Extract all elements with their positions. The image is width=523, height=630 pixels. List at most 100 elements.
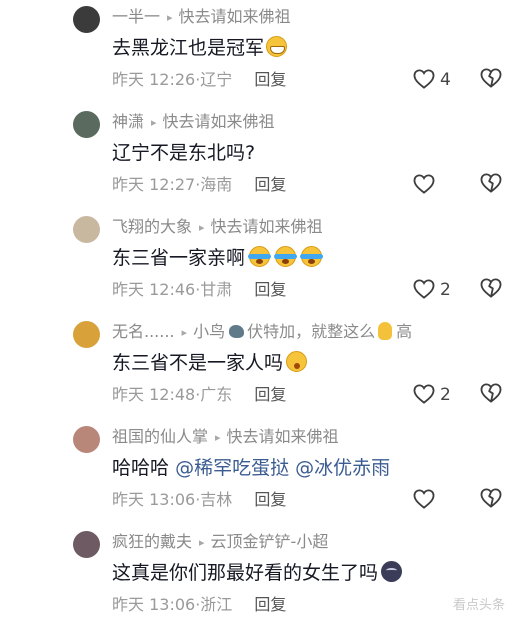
username[interactable]: 一半一: [112, 7, 160, 26]
comment-meta: 昨天 12:46·甘肃 回复: [112, 280, 287, 299]
ok-hand-icon: [378, 322, 393, 340]
comment-header: 祖国的仙人掌 ▸ 快去请如来佛祖: [112, 426, 339, 448]
like-button[interactable]: [413, 488, 461, 514]
reply-arrow-icon: ▸: [167, 11, 173, 24]
watermark: 看点头条: [453, 598, 506, 613]
reply-button[interactable]: 回复: [254, 175, 286, 194]
reply-button[interactable]: 回复: [254, 385, 286, 404]
reply-button[interactable]: 回复: [254, 70, 286, 89]
reply-to-username[interactable]: 快去请如来佛祖: [179, 7, 291, 26]
broken-heart-icon: [480, 383, 502, 403]
comment-time: 昨天 13:06: [112, 490, 196, 509]
reply-arrow-icon: ▸: [199, 221, 205, 234]
reply-to-username[interactable]: 小鸟: [193, 322, 225, 341]
like-button[interactable]: 2: [413, 383, 461, 409]
grinning-face-icon: [266, 36, 288, 57]
astonished-face-icon: [286, 351, 308, 372]
username[interactable]: 无名......: [112, 322, 175, 341]
comment-time: 昨天 12:48: [112, 385, 196, 404]
heart-icon: [413, 69, 435, 89]
comment-header: 无名...... ▸ 小鸟 伏特加，就整这么高: [112, 322, 413, 341]
comment-text: 辽宁不是东北吗?: [112, 142, 256, 164]
like-count: 4: [440, 70, 451, 90]
like-button[interactable]: 2: [413, 278, 461, 304]
bird-icon: [229, 325, 245, 338]
broken-heart-icon: [480, 278, 502, 298]
comment-time: 昨天 12:27: [112, 175, 196, 194]
reply-button[interactable]: 回复: [254, 280, 286, 299]
heart-icon: [413, 384, 435, 404]
dislike-button[interactable]: [480, 488, 502, 512]
reply-arrow-icon: ▸: [151, 116, 157, 129]
username[interactable]: 祖国的仙人掌: [112, 427, 208, 446]
heart-icon: [413, 174, 435, 194]
comment-location: 甘肃: [200, 280, 233, 299]
avatar[interactable]: [73, 531, 100, 558]
comment-time: 昨天 12:26: [112, 70, 196, 89]
mention-link[interactable]: @稀罕吃蛋挞: [175, 457, 289, 479]
heart-icon: [413, 489, 435, 509]
username[interactable]: 飞翔的大象: [112, 217, 192, 236]
comment-meta: 昨天 12:27·海南 回复: [112, 175, 287, 194]
avatar[interactable]: [73, 321, 100, 348]
reply-to-username-cont: 伏特加，就整这么: [247, 322, 376, 341]
reply-to-username[interactable]: 云顶金铲铲-小超: [211, 532, 329, 551]
broken-heart-icon: [480, 488, 502, 508]
avatar[interactable]: [73, 426, 100, 453]
comment-time: 昨天 12:46: [112, 280, 196, 299]
comment-header: 神潇 ▸ 快去请如来佛祖: [112, 111, 275, 133]
broken-heart-icon: [480, 173, 502, 193]
comment-location: 吉林: [200, 490, 233, 509]
broken-heart-icon: [480, 68, 502, 88]
username[interactable]: 神潇: [112, 112, 144, 131]
crying-laughing-icon: [274, 246, 298, 267]
crying-laughing-icon: [300, 246, 324, 267]
comment-item: 一半一 ▸ 快去请如来佛祖 去黑龙江也是冠军 昨天 12:26·辽宁 回复 4: [0, 0, 523, 105]
new-moon-face-icon: [381, 561, 403, 582]
comment-text: 哈哈哈 @稀罕吃蛋挞 @冰优赤雨: [112, 457, 391, 479]
comment-time: 昨天 13:06: [112, 595, 196, 614]
comment-header: 一半一 ▸ 快去请如来佛祖: [112, 6, 291, 28]
avatar[interactable]: [73, 111, 100, 138]
reply-arrow-icon: ▸: [199, 536, 205, 549]
heart-icon: [413, 279, 435, 299]
comment-location: 海南: [200, 175, 233, 194]
comment-item: 疯狂的戴夫 ▸ 云顶金铲铲-小超 这真是你们那最好看的女生了吗 昨天 13:06·浙…: [0, 525, 523, 630]
dislike-button[interactable]: [480, 68, 502, 92]
reply-to-username[interactable]: 快去请如来佛祖: [163, 112, 275, 131]
reply-arrow-icon: ▸: [215, 431, 221, 444]
comment-text: 这真是你们那最好看的女生了吗: [112, 559, 403, 587]
dislike-button[interactable]: [480, 383, 502, 407]
comment-meta: 昨天 12:48·广东 回复: [112, 385, 287, 404]
comment-location: 辽宁: [200, 70, 233, 89]
comment-header: 飞翔的大象 ▸ 快去请如来佛祖: [112, 216, 323, 238]
avatar[interactable]: [73, 6, 100, 33]
like-button[interactable]: 4: [413, 68, 461, 94]
comment-meta: 昨天 12:26·辽宁 回复: [112, 70, 287, 89]
dislike-button[interactable]: [480, 173, 502, 197]
username[interactable]: 疯狂的戴夫: [112, 532, 192, 551]
reply-button[interactable]: 回复: [254, 490, 286, 509]
avatar[interactable]: [73, 216, 100, 243]
crying-laughing-icon: [248, 246, 272, 267]
reply-to-username[interactable]: 快去请如来佛祖: [211, 217, 323, 236]
comment-item: 飞翔的大象 ▸ 快去请如来佛祖 东三省一家亲啊 昨天 12:46·甘肃 回复 2: [0, 210, 523, 315]
comment-header: 疯狂的戴夫 ▸ 云顶金铲铲-小超: [112, 531, 328, 553]
like-count: 2: [440, 280, 451, 300]
comment-item: 无名...... ▸ 小鸟 伏特加，就整这么高 东三省不是一家人吗 昨天 12:48·…: [0, 315, 523, 420]
reply-arrow-icon: ▸: [181, 326, 188, 339]
like-count: 2: [440, 385, 451, 405]
reply-button[interactable]: 回复: [254, 595, 286, 614]
comment-location: 浙江: [200, 595, 233, 614]
comment-text: 东三省不是一家人吗: [112, 349, 308, 377]
mention-link[interactable]: @冰优赤雨: [295, 457, 390, 479]
reply-to-username[interactable]: 快去请如来佛祖: [227, 427, 339, 446]
comment-item: 神潇 ▸ 快去请如来佛祖 辽宁不是东北吗? 昨天 12:27·海南 回复: [0, 105, 523, 210]
like-button[interactable]: [413, 173, 461, 199]
comment-text: 东三省一家亲啊: [112, 244, 324, 272]
comment-meta: 昨天 13:06·吉林 回复: [112, 490, 287, 509]
comment-text: 去黑龙江也是冠军: [112, 34, 288, 62]
comment-location: 广东: [200, 385, 233, 404]
dislike-button[interactable]: [480, 278, 502, 302]
comment-item: 祖国的仙人掌 ▸ 快去请如来佛祖 哈哈哈 @稀罕吃蛋挞 @冰优赤雨 昨天 13:06…: [0, 420, 523, 525]
